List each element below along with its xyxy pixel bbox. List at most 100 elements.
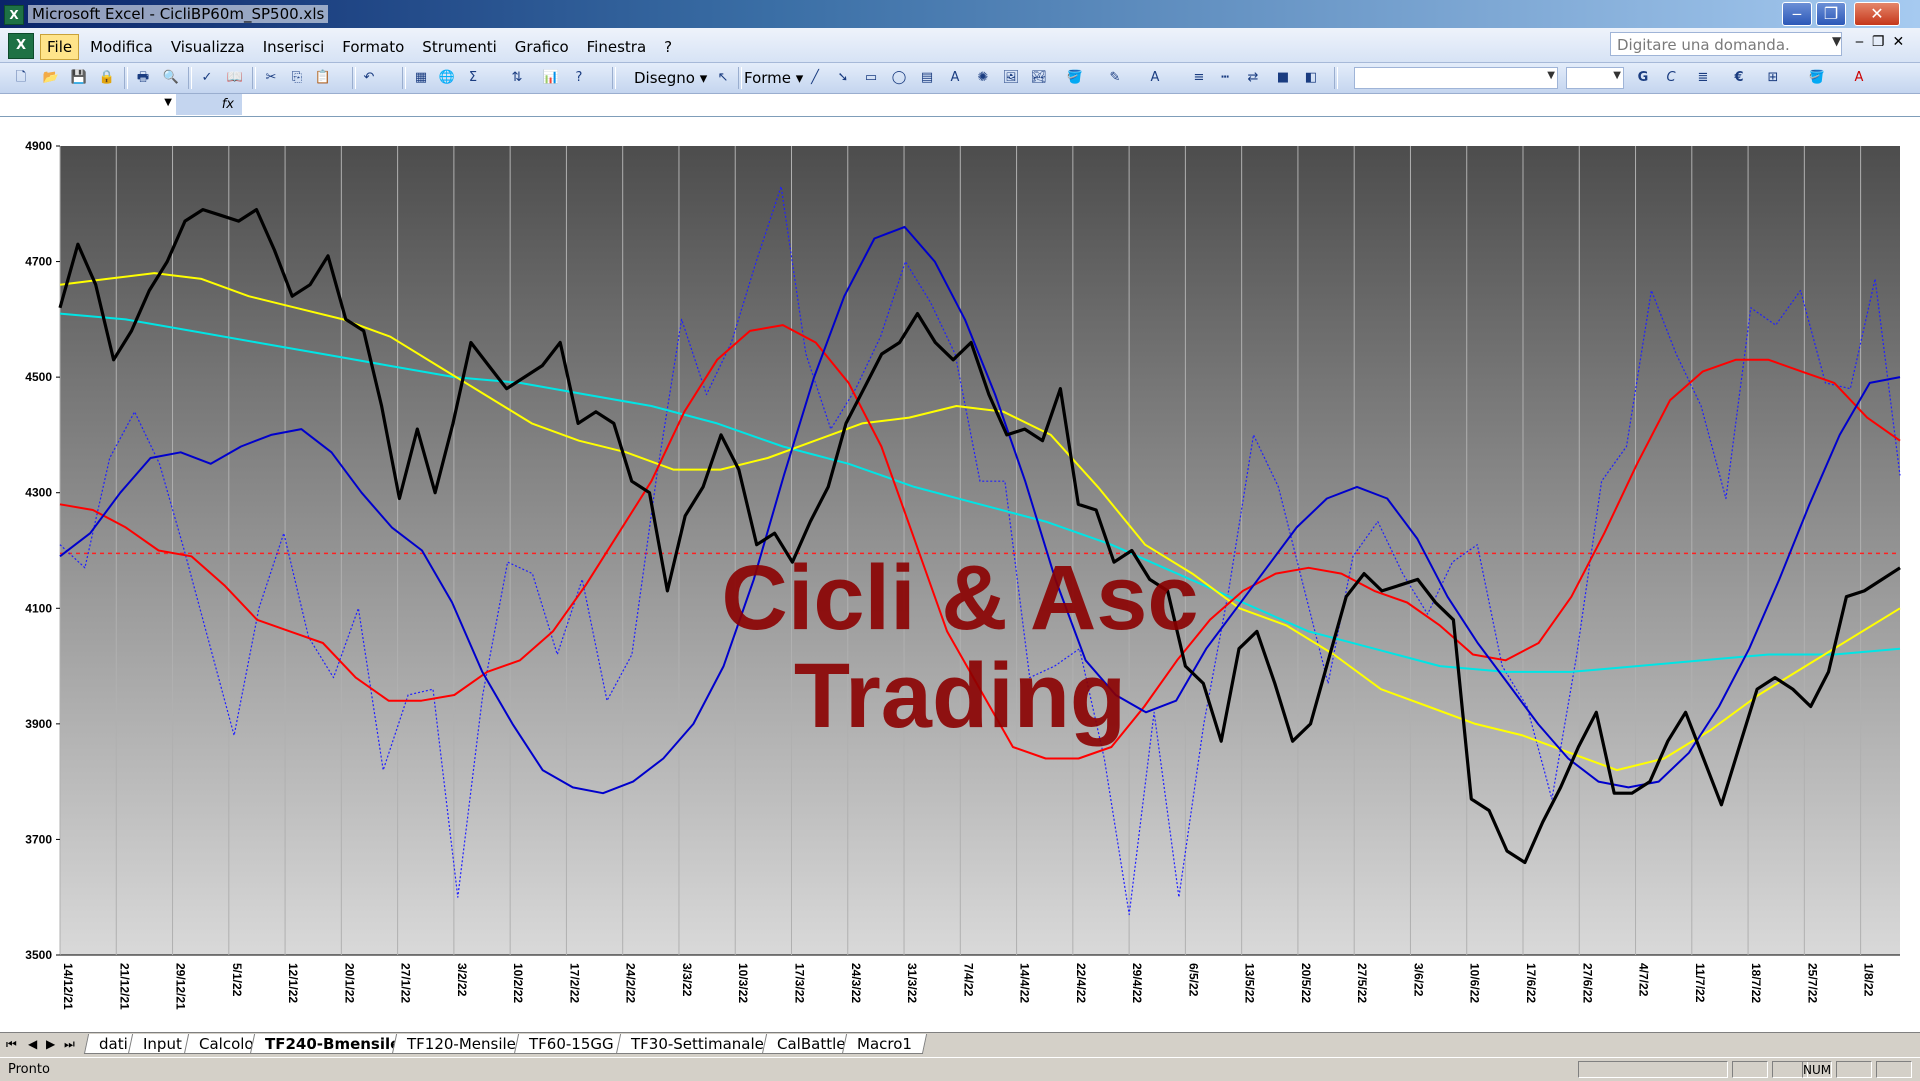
rectangle-icon[interactable]: ▭ [860, 67, 882, 89]
diagram-icon[interactable]: ✺ [972, 67, 994, 89]
menu-list: File Modifica Visualizza Inserisci Forma… [40, 34, 683, 60]
sheet-tab-tf60-15gg[interactable]: TF60-15GG [513, 1034, 629, 1054]
line-style-icon[interactable]: ≡ [1188, 67, 1210, 89]
menu-grafico[interactable]: Grafico [508, 34, 576, 60]
font-size-combo[interactable]: ▼ [1566, 67, 1624, 89]
italic-button[interactable]: C [1660, 67, 1682, 89]
menu-strumenti[interactable]: Strumenti [415, 34, 503, 60]
oval-icon[interactable]: ◯ [888, 67, 910, 89]
toolbar: 🗋 📂 💾 🔒 🖶 🔍 ✓ 📖 ✂ ⎘ 📋 ↶ ▦ 🌐 Σ ⇅ 📊 ? Dise… [0, 63, 1920, 94]
workbook-icon[interactable]: X [8, 33, 34, 59]
name-box[interactable]: ▼ [0, 94, 177, 115]
open-icon[interactable]: 📂 [40, 67, 62, 89]
sheet-tab-tf120-mensile[interactable]: TF120-Mensile [391, 1034, 532, 1054]
x-tick-label: 10/3/22 [736, 963, 750, 1003]
font-color-icon[interactable]: A [1144, 67, 1166, 89]
help-icon[interactable]: ? [568, 67, 590, 89]
doc-restore-button[interactable]: ❐ [1872, 34, 1885, 50]
status-text: Pronto [8, 1062, 50, 1077]
menu-visualizza[interactable]: Visualizza [164, 34, 252, 60]
spelling-icon[interactable]: ✓ [196, 67, 218, 89]
fx-icon[interactable]: fx [176, 94, 242, 115]
x-tick-label: 18/7/22 [1749, 963, 1763, 1003]
menu-formato[interactable]: Formato [335, 34, 411, 60]
x-tick-label: 17/3/22 [792, 963, 806, 1003]
status-panel [1732, 1061, 1768, 1078]
cut-icon[interactable]: ✂ [260, 67, 282, 89]
first-sheet-icon[interactable]: ⏮ [6, 1037, 17, 1052]
bold-button[interactable]: G [1632, 67, 1654, 89]
sheet-tab-tf30-settimanale[interactable]: TF30-Settimanale [615, 1034, 780, 1054]
fill-color-2-icon[interactable]: 🪣 [1806, 67, 1828, 89]
calculator-icon[interactable]: ▦ [410, 67, 432, 89]
x-tick-label: 3/3/22 [680, 963, 694, 997]
chart[interactable]: 3500 3700 3900 4100 4300 4500 4700 4900 14/12/2… [0, 117, 1920, 1032]
doc-close-button[interactable]: ✕ [1892, 34, 1904, 50]
new-icon[interactable]: 🗋 [10, 67, 32, 89]
permission-icon[interactable]: 🔒 [96, 67, 118, 89]
font-color-2-icon[interactable]: A [1848, 67, 1870, 89]
print-icon[interactable]: 🖶 [132, 67, 154, 89]
dash-style-icon[interactable]: ┅ [1214, 67, 1236, 89]
chart-sheet[interactable]: 3500 3700 3900 4100 4300 4500 4700 4900 14/12/2… [0, 117, 1920, 1032]
picture-icon[interactable]: 🏞 [1028, 67, 1050, 89]
chevron-down-icon: ▼ [1613, 70, 1621, 81]
menu-inserisci[interactable]: Inserisci [256, 34, 332, 60]
menu-file[interactable]: File [40, 34, 80, 60]
research-icon[interactable]: 📖 [224, 67, 246, 89]
undo-icon[interactable]: ↶ [358, 67, 380, 89]
textbox-icon[interactable]: ▤ [916, 67, 938, 89]
toolbar-separator [124, 67, 128, 89]
borders-icon[interactable]: ⊞ [1762, 67, 1784, 89]
autosum-icon[interactable]: Σ [462, 67, 484, 89]
font-name-combo[interactable]: ▼ [1354, 67, 1558, 89]
sort-icon[interactable]: ⇅ [506, 67, 528, 89]
arrow-icon[interactable]: ➘ [832, 67, 854, 89]
sheet-tab-macro1[interactable]: Macro1 [841, 1034, 928, 1054]
next-sheet-icon[interactable]: ▶ [46, 1037, 55, 1051]
x-tick-label: 11/7/22 [1693, 963, 1707, 1003]
clipart-icon[interactable]: 🖼 [1000, 67, 1022, 89]
x-tick-label: 24/2/22 [624, 963, 638, 1003]
currency-button[interactable]: € [1728, 67, 1750, 89]
align-center-icon[interactable]: ≣ [1692, 67, 1714, 89]
x-tick-label: 25/7/22 [1805, 963, 1819, 1003]
3d-icon[interactable]: ◧ [1300, 67, 1322, 89]
x-tick-label: 29/12/21 [174, 963, 188, 1010]
chart-wizard-icon[interactable]: 📊 [540, 67, 562, 89]
x-tick-label: 3/6/22 [1411, 963, 1425, 997]
shadow-icon[interactable]: ■ [1272, 67, 1294, 89]
help-question-input[interactable]: Digitare una domanda. [1610, 32, 1842, 56]
paste-icon[interactable]: 📋 [312, 67, 334, 89]
menu-bar: X File Modifica Visualizza Inserisci For… [0, 28, 1920, 63]
sheet-tab-tf240-bmensile[interactable]: TF240-Bmensile [249, 1034, 416, 1054]
prev-sheet-icon[interactable]: ◀ [28, 1037, 37, 1051]
copy-icon[interactable]: ⎘ [286, 67, 308, 89]
hyperlink-icon[interactable]: 🌐 [436, 67, 458, 89]
maximize-button[interactable]: ❐ [1816, 2, 1846, 26]
arrow-style-icon[interactable]: ⇄ [1242, 67, 1264, 89]
fill-color-icon[interactable]: 🪣 [1064, 67, 1086, 89]
autoshapes-menu-button[interactable]: Forme ▾ [744, 67, 803, 89]
menu-modifica[interactable]: Modifica [83, 34, 160, 60]
menu-finestra[interactable]: Finestra [580, 34, 654, 60]
close-button[interactable]: ✕ [1854, 2, 1900, 26]
last-sheet-icon[interactable]: ⏭ [64, 1037, 75, 1052]
menu-help[interactable]: ? [657, 34, 679, 60]
select-objects-icon[interactable]: ↖ [712, 67, 734, 89]
print-preview-icon[interactable]: 🔍 [160, 67, 182, 89]
x-tick-label: 29/4/22 [1130, 963, 1144, 1003]
excel-app-icon[interactable]: X [4, 5, 24, 25]
doc-minimize-button[interactable]: ‒ [1855, 34, 1864, 50]
y-tick-label: 3500 [25, 948, 52, 962]
help-dropdown-icon[interactable]: ▼ [1832, 34, 1841, 48]
line-color-icon[interactable]: ✎ [1104, 67, 1126, 89]
drawing-menu-button[interactable]: Disegno ▾ [634, 67, 707, 89]
save-icon[interactable]: 💾 [68, 67, 90, 89]
sheet-tab-label: TF120-Mensile [407, 1035, 516, 1053]
sheet-tab-label: TF30-Settimanale [631, 1035, 764, 1053]
wordart-icon[interactable]: A [944, 67, 966, 89]
minimize-button[interactable]: ‒ [1782, 2, 1812, 26]
line-icon[interactable]: ╱ [804, 67, 826, 89]
y-tick-label: 4100 [25, 601, 52, 615]
